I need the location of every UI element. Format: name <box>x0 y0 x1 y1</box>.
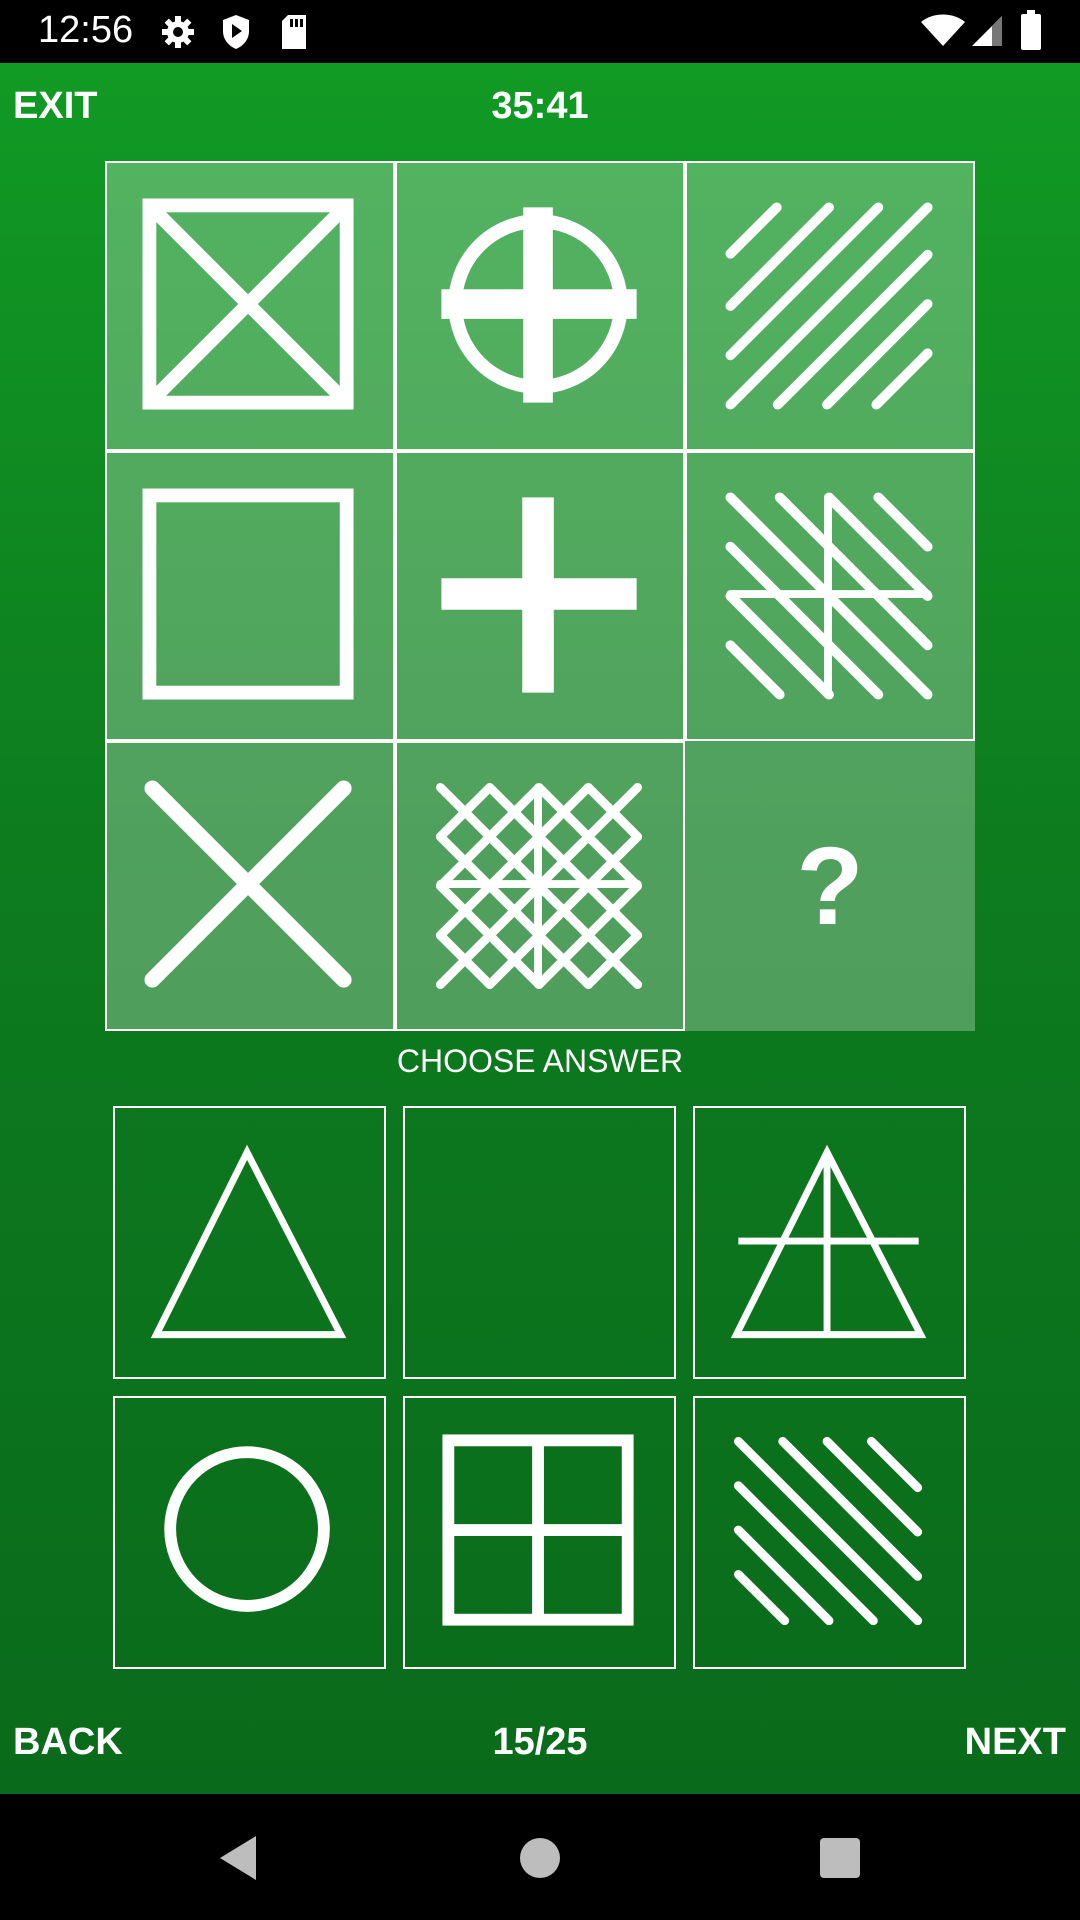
triangle-figure <box>150 1144 347 1339</box>
diagonal-lines-with-cross-figure <box>725 492 933 700</box>
question-mark: ? <box>796 824 864 948</box>
circle-figure <box>164 1446 330 1612</box>
timer: 35:41 <box>491 85 589 127</box>
recents-nav-icon[interactable] <box>812 1830 868 1886</box>
puzzle-cell-diagonal-lines-with-cross <box>685 451 975 741</box>
settings-icon <box>162 16 194 48</box>
answer-option-square-with-cross[interactable] <box>403 1396 676 1669</box>
x-figure <box>144 780 352 988</box>
back-nav-icon[interactable] <box>212 1830 268 1886</box>
puzzle-cell-cross <box>395 451 685 741</box>
diagonal-lines-answer-figure <box>733 1436 923 1626</box>
diagonal-lines-figure <box>725 202 933 410</box>
status-bar: 12:56 <box>0 0 1080 63</box>
crosshatch-with-cross-figure <box>435 782 643 990</box>
question-progress: 15/25 <box>492 1721 588 1763</box>
puzzle-screen: EXIT 35:41 ? CHOOSE ANSWER BACK 15/25 NE… <box>0 63 1080 1794</box>
triangle-with-cross-figure <box>730 1144 927 1339</box>
puzzle-cell-diagonal-lines <box>685 161 975 451</box>
square-figure <box>142 488 354 700</box>
puzzle-cell-missing: ? <box>685 741 975 1031</box>
shield-icon <box>223 15 249 49</box>
navigation-bar <box>0 1794 1080 1920</box>
answer-option-diagonal-lines[interactable] <box>693 1396 966 1669</box>
square-with-x-figure <box>142 198 354 410</box>
exit-button[interactable]: EXIT <box>13 85 97 128</box>
square-with-cross-figure <box>442 1434 634 1626</box>
puzzle-cell-square <box>105 451 395 741</box>
puzzle-cell-x <box>105 741 395 1031</box>
puzzle-grid: ? <box>105 161 975 1031</box>
back-button[interactable]: BACK <box>13 1721 123 1764</box>
answer-option-triangle-with-cross[interactable] <box>693 1106 966 1379</box>
answer-option-triangle[interactable] <box>113 1106 386 1379</box>
puzzle-cell-square-with-x <box>105 161 395 451</box>
puzzle-cell-crosshatch-with-cross <box>395 741 685 1031</box>
signal-icon <box>972 16 1002 46</box>
sd-card-icon <box>282 15 306 49</box>
answer-option-empty[interactable] <box>403 1106 676 1379</box>
status-time: 12:56 <box>38 9 134 51</box>
next-button[interactable]: NEXT <box>965 1721 1066 1764</box>
puzzle-cell-circle-with-cross <box>395 161 685 451</box>
battery-icon <box>1021 10 1041 50</box>
choose-answer-label: CHOOSE ANSWER <box>396 1043 684 1079</box>
answer-option-circle[interactable] <box>113 1396 386 1669</box>
home-nav-icon[interactable] <box>512 1830 568 1886</box>
cross-figure <box>441 497 637 693</box>
circle-with-cross-figure <box>441 207 637 403</box>
wifi-icon <box>921 14 965 46</box>
